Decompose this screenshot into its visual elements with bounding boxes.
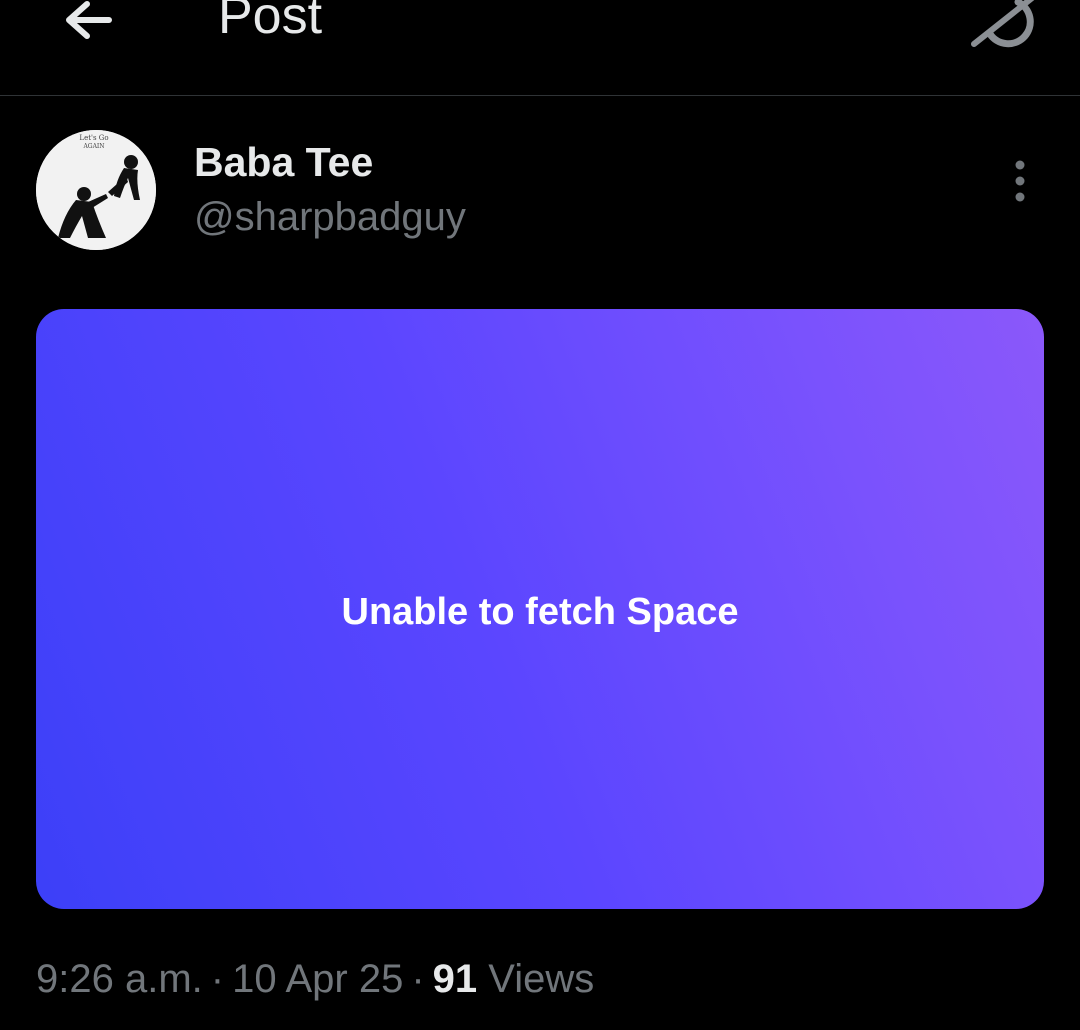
- post-date[interactable]: 10 Apr 25: [232, 957, 403, 1001]
- space-card[interactable]: Unable to fetch Space: [36, 309, 1044, 909]
- back-button[interactable]: [50, 0, 120, 45]
- arrow-left-icon: [66, 1, 112, 39]
- more-vertical-icon: [1015, 160, 1025, 202]
- grok-icon: [971, 0, 1035, 48]
- avatar-caption: Let's Go: [79, 134, 108, 142]
- views-count[interactable]: 91: [433, 957, 478, 1001]
- post-meta: 9:26 a.m. · 10 Apr 25 · 91 Views: [36, 953, 594, 1005]
- meta-separator: ·: [210, 957, 225, 1001]
- grok-button[interactable]: [968, 0, 1040, 48]
- header-divider: [0, 95, 1080, 96]
- avatar-image: Let's Go AGAIN: [36, 130, 156, 250]
- page-title: Post: [218, 0, 323, 45]
- post-time[interactable]: 9:26 a.m.: [36, 957, 203, 1001]
- more-options-button[interactable]: [1000, 155, 1040, 211]
- meta-separator: ·: [411, 957, 425, 1001]
- avatar-caption-2: AGAIN: [82, 143, 104, 150]
- author-handle[interactable]: @sharpbadguy: [194, 194, 466, 240]
- space-error-message: Unable to fetch Space: [341, 590, 739, 633]
- views-label[interactable]: Views: [488, 957, 594, 1001]
- top-app-bar: Post: [0, 0, 1080, 95]
- author-display-name[interactable]: Baba Tee: [194, 138, 373, 186]
- avatar[interactable]: Let's Go AGAIN: [36, 130, 156, 250]
